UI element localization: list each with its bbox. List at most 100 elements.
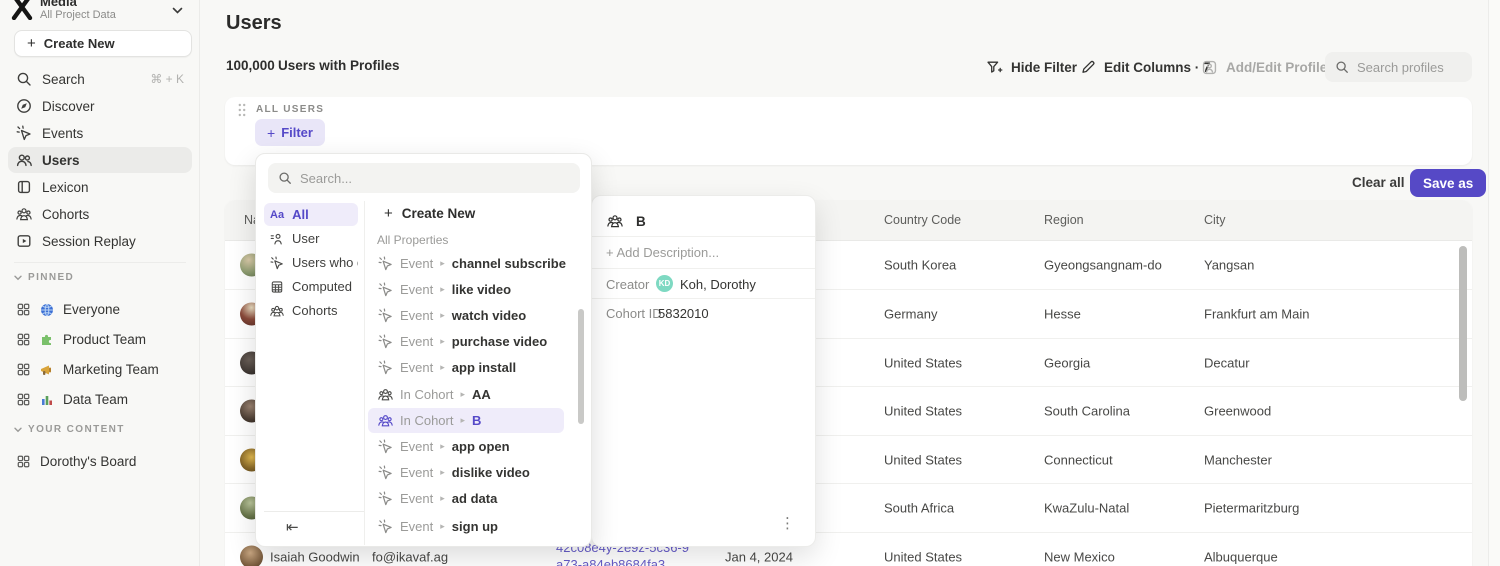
sidebar-divider xyxy=(14,262,186,263)
plus-icon: + xyxy=(267,125,275,141)
property-item-sign-up[interactable]: Event▸sign up xyxy=(368,514,564,539)
sidebar-item-events[interactable]: Events xyxy=(8,120,192,146)
event-spark-icon xyxy=(16,125,32,141)
app-logo-icon xyxy=(10,0,34,20)
pinned-section-header[interactable]: PINNED xyxy=(14,272,74,283)
event-spark-icon xyxy=(378,465,393,480)
sidebar-item-session-replay[interactable]: Session Replay xyxy=(8,228,192,254)
sidebar-item-users[interactable]: Users xyxy=(8,147,192,173)
your-content-section-header[interactable]: YOUR CONTENT xyxy=(14,424,125,435)
filter-property-dropdown: Aa All User Users who di... Computed Coh… xyxy=(255,153,592,547)
cell-date: Jan 4, 2024 xyxy=(725,550,793,565)
sidebar-item-cohorts[interactable]: Cohorts xyxy=(8,201,192,227)
sidebar-item-everyone[interactable]: Everyone xyxy=(8,296,192,323)
property-item-like-video[interactable]: Event▸like video xyxy=(368,277,564,302)
megaphone-icon xyxy=(40,363,54,377)
col-header-region[interactable]: Region xyxy=(1044,213,1084,227)
dropdown-search[interactable] xyxy=(268,163,580,193)
session-replay-icon xyxy=(16,233,32,249)
users-icon xyxy=(16,152,32,168)
property-item-cohort-b[interactable]: In Cohort▸B xyxy=(368,408,564,433)
dropdown-scrollbar[interactable] xyxy=(578,309,584,424)
board-grid-icon xyxy=(16,392,31,407)
clear-all-button[interactable]: Clear all xyxy=(1352,175,1405,190)
compass-icon xyxy=(16,98,32,114)
collapse-panel-icon[interactable]: ⇤ xyxy=(286,518,299,536)
computed-table-icon xyxy=(270,280,284,294)
all-users-label: ALL USERS xyxy=(256,104,324,115)
lexicon-book-icon xyxy=(16,179,32,195)
hide-filter-button[interactable]: Hide Filter xyxy=(986,52,1077,82)
table-scrollbar[interactable] xyxy=(1459,246,1467,401)
sidebar: Media All Project Data + Create New Sear… xyxy=(0,0,200,566)
property-item-cohort-aa[interactable]: In Cohort▸AA xyxy=(368,382,564,407)
board-grid-icon xyxy=(16,332,31,347)
search-icon xyxy=(16,71,32,87)
dropdown-tab-cohorts[interactable]: Cohorts xyxy=(264,299,358,322)
sidebar-item-search[interactable]: Search ⌘ + K xyxy=(8,66,192,92)
profile-badge-icon xyxy=(1201,59,1218,76)
creator-name: Koh, Dorothy xyxy=(680,277,756,292)
dropdown-tab-user[interactable]: User xyxy=(264,227,358,250)
board-grid-icon xyxy=(16,362,31,377)
event-spark-icon xyxy=(378,360,393,375)
workspace-project: All Project Data xyxy=(40,9,116,21)
edit-columns-button[interactable]: Edit Columns · 7 xyxy=(1080,52,1211,82)
plus-icon: + xyxy=(27,35,36,52)
col-header-country[interactable]: Country Code xyxy=(884,213,961,227)
puzzle-icon xyxy=(40,333,54,347)
workspace-name: Media xyxy=(40,0,77,9)
property-item-ad-data[interactable]: Event▸ad data xyxy=(368,486,564,511)
create-new-button[interactable]: + Create New xyxy=(14,30,192,57)
sidebar-item-product-team[interactable]: Product Team xyxy=(8,326,192,353)
dropdown-tab-all[interactable]: Aa All xyxy=(264,203,358,226)
sidebar-item-data-team[interactable]: Data Team xyxy=(8,386,192,413)
profile-search-input[interactable] xyxy=(1357,60,1457,75)
event-spark-icon xyxy=(378,308,393,323)
save-as-button[interactable]: Save as xyxy=(1410,169,1486,197)
drag-handle-icon[interactable] xyxy=(237,102,247,118)
property-item-channel-subscribe[interactable]: Event▸channel subscribe xyxy=(368,251,564,276)
sidebar-item-marketing-team[interactable]: Marketing Team xyxy=(8,356,192,383)
users-page: Media All Project Data + Create New Sear… xyxy=(0,0,1500,566)
cohort-icon xyxy=(378,413,393,428)
dropdown-tab-computed[interactable]: Computed xyxy=(264,275,358,298)
dropdown-tab-users-who-did[interactable]: Users who di... xyxy=(264,251,358,274)
chevron-down-icon xyxy=(14,427,22,433)
cohort-id-value: 5832010 xyxy=(658,306,709,321)
cohorts-icon xyxy=(270,304,284,318)
page-title: Users xyxy=(226,12,282,35)
property-item-watch-video[interactable]: Event▸watch video xyxy=(368,303,564,328)
more-options-icon[interactable]: ⋮ xyxy=(780,514,795,532)
event-spark-icon xyxy=(378,256,393,271)
property-item-app-install[interactable]: Event▸app install xyxy=(368,355,564,380)
property-item-app-open[interactable]: Event▸app open xyxy=(368,434,564,459)
profile-search[interactable] xyxy=(1325,52,1472,82)
cohort-title: B xyxy=(607,213,646,229)
workspace-chevron-down-icon[interactable] xyxy=(172,7,183,15)
popover-divider xyxy=(592,298,815,299)
event-spark-icon xyxy=(378,491,393,506)
dropdown-divider xyxy=(364,201,365,545)
page-scrollbar-track[interactable] xyxy=(1488,0,1500,566)
sidebar-item-dorothys-board[interactable]: Dorothy's Board xyxy=(8,448,192,475)
event-spark-icon xyxy=(378,334,393,349)
dropdown-search-input[interactable] xyxy=(300,171,550,186)
popover-divider xyxy=(592,268,815,269)
sidebar-item-lexicon[interactable]: Lexicon xyxy=(8,174,192,200)
property-item-dislike-video[interactable]: Event▸dislike video xyxy=(368,460,564,485)
avatar xyxy=(240,546,263,566)
property-item-purchase-video[interactable]: Event▸purchase video xyxy=(368,329,564,354)
cohort-id-label: Cohort ID xyxy=(606,306,662,321)
add-edit-profile-button[interactable]: Add/Edit Profile xyxy=(1201,52,1327,82)
cohort-icon xyxy=(378,387,393,402)
col-header-city[interactable]: City xyxy=(1204,213,1226,227)
add-description-button[interactable]: + Add Description... xyxy=(606,245,719,260)
popover-divider xyxy=(592,236,815,237)
creator-label: Creator xyxy=(606,277,649,292)
event-spark-icon xyxy=(378,282,393,297)
sidebar-item-discover[interactable]: Discover xyxy=(8,93,192,119)
add-filter-button[interactable]: + Filter xyxy=(255,119,325,146)
dropdown-create-new-button[interactable]: + Create New xyxy=(384,205,475,222)
cohort-details-popover: B + Add Description... Creator KD Koh, D… xyxy=(591,195,816,547)
